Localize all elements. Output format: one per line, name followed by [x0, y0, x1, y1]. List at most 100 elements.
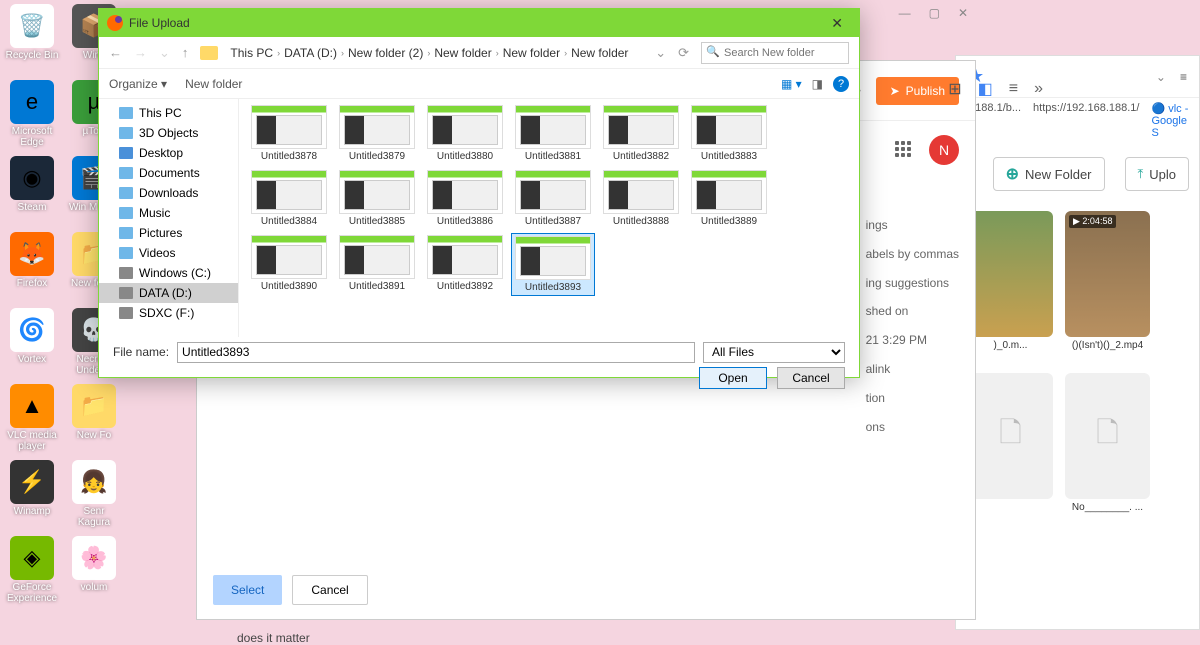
file-placeholder-2[interactable]: 🗋 No________. ...: [1065, 373, 1150, 513]
select-button[interactable]: Select: [213, 575, 282, 605]
thumbnail: [691, 105, 767, 149]
extension-icon[interactable]: ⊞: [948, 79, 961, 99]
breadcrumb-segment[interactable]: New folder (2): [348, 46, 423, 60]
desktop-icon-recycle-bin[interactable]: 🗑️Recycle Bin: [4, 4, 60, 61]
tree-item-downloads[interactable]: Downloads: [99, 183, 238, 203]
search-input[interactable]: [701, 42, 849, 64]
app-icon: 👧: [72, 460, 116, 504]
file-placeholder-1[interactable]: 🗋: [968, 373, 1053, 513]
file-item-untitled3883[interactable]: Untitled3883: [687, 103, 771, 164]
icon-label: Senr Kagura: [66, 506, 122, 528]
nav-up-icon[interactable]: ↑: [182, 45, 189, 60]
publish-button[interactable]: ➤ Publish: [876, 77, 959, 105]
tree-item-pictures[interactable]: Pictures: [99, 223, 238, 243]
file-item-untitled3887[interactable]: Untitled3887: [511, 168, 595, 229]
thumbnail: [251, 170, 327, 214]
view-mode-icon[interactable]: ▦ ▾: [781, 77, 802, 91]
desktop-icon-volum[interactable]: 🌸volum: [66, 536, 122, 593]
tree-item-data-d-[interactable]: DATA (D:): [99, 283, 238, 303]
close-icon[interactable]: ✕: [958, 6, 968, 20]
drive-icon: [119, 247, 133, 259]
file-item-untitled3878[interactable]: Untitled3878: [247, 103, 331, 164]
breadcrumb[interactable]: This PC›DATA (D:)›New folder (2)›New fol…: [230, 46, 643, 60]
tree-item-sdxc-f-[interactable]: SDXC (F:): [99, 303, 238, 323]
send-icon: ➤: [890, 84, 900, 98]
drive-icon: [119, 127, 133, 139]
app-icon: ▲: [10, 384, 54, 428]
desktop-icon-vortex[interactable]: 🌀Vortex: [4, 308, 60, 365]
desktop-icon-microsoft-edge[interactable]: eMicrosoft Edge: [4, 80, 60, 148]
file-type-filter[interactable]: All Files: [703, 342, 845, 363]
pocket-icon[interactable]: ⌄: [1156, 70, 1166, 84]
user-avatar[interactable]: N: [929, 135, 959, 165]
file-item-untitled3886[interactable]: Untitled3886: [423, 168, 507, 229]
breadcrumb-dropdown-icon[interactable]: ⌄: [655, 45, 666, 61]
dialog-close-button[interactable]: ✕: [823, 15, 851, 32]
file-item-untitled3881[interactable]: Untitled3881: [511, 103, 595, 164]
file-item-untitled3885[interactable]: Untitled3885: [335, 168, 419, 229]
desktop-icon-firefox[interactable]: 🦊Firefox: [4, 232, 60, 289]
maximize-icon[interactable]: ▢: [929, 6, 940, 20]
thumbnail: [603, 170, 679, 214]
file-upload-dialog: File Upload ✕ ← → ⌄ ↑ This PC›DATA (D:)›…: [98, 8, 860, 378]
preview-pane-icon[interactable]: ◨: [812, 77, 823, 91]
file-item-untitled3892[interactable]: Untitled3892: [423, 233, 507, 296]
desktop-icon-vlc-media-player[interactable]: ▲VLC media player: [4, 384, 60, 452]
desktop-icon-senr-kagura[interactable]: 👧Senr Kagura: [66, 460, 122, 528]
nav-recent-icon[interactable]: ⌄: [159, 45, 170, 61]
breadcrumb-segment[interactable]: DATA (D:): [284, 46, 337, 60]
thumbnail: [427, 235, 503, 279]
tree-item-documents[interactable]: Documents: [99, 163, 238, 183]
file-name: Untitled3892: [437, 281, 493, 292]
tree-item-desktop[interactable]: Desktop: [99, 143, 238, 163]
dialog-title-bar[interactable]: File Upload ✕: [99, 9, 859, 37]
file-name: Untitled3883: [701, 151, 757, 162]
url-2[interactable]: https://192.168.188.1/: [1033, 102, 1139, 139]
tree-item-videos[interactable]: Videos: [99, 243, 238, 263]
video-item-1[interactable]: )_0.m...: [968, 211, 1053, 351]
file-item-untitled3890[interactable]: Untitled3890: [247, 233, 331, 296]
file-item-untitled3882[interactable]: Untitled3882: [599, 103, 683, 164]
tree-item-music[interactable]: Music: [99, 203, 238, 223]
breadcrumb-segment[interactable]: New folder: [571, 46, 628, 60]
organize-dropdown[interactable]: Organize ▾: [109, 77, 167, 91]
tree-label: Desktop: [139, 146, 183, 160]
open-button[interactable]: Open: [699, 367, 767, 389]
desktop-icon-geforce-experience[interactable]: ◈GeForce Experience: [4, 536, 60, 604]
file-item-untitled3884[interactable]: Untitled3884: [247, 168, 331, 229]
refresh-icon[interactable]: ⟳: [678, 45, 689, 61]
upload-button[interactable]: ⤒Uplo: [1125, 157, 1190, 191]
nav-back-icon[interactable]: ←: [109, 45, 122, 60]
file-item-untitled3880[interactable]: Untitled3880: [423, 103, 507, 164]
desktop-icon-winamp[interactable]: ⚡Winamp: [4, 460, 60, 517]
desktop-icon-steam[interactable]: ◉Steam: [4, 156, 60, 213]
help-icon[interactable]: ?: [833, 76, 849, 92]
overflow-icon[interactable]: »: [1034, 80, 1043, 98]
url-3[interactable]: 🔵 vlc - Google S: [1151, 102, 1189, 139]
cube-icon[interactable]: ◧: [978, 79, 993, 99]
apps-grid-icon[interactable]: [895, 141, 913, 159]
new-folder-button[interactable]: ⊕New Folder: [993, 157, 1105, 191]
new-folder-toolbar[interactable]: New folder: [185, 77, 242, 91]
breadcrumb-segment[interactable]: New folder: [434, 46, 491, 60]
video-item-2[interactable]: ▶ 2:04:58 ()(Isn't)()_2.mp4: [1065, 211, 1150, 351]
minimize-icon[interactable]: —: [899, 6, 911, 20]
tree-item-windows-c-[interactable]: Windows (C:): [99, 263, 238, 283]
file-item-untitled3879[interactable]: Untitled3879: [335, 103, 419, 164]
cancel-button[interactable]: Cancel: [777, 367, 845, 389]
thumbnail: [339, 105, 415, 149]
file-item-untitled3889[interactable]: Untitled3889: [687, 168, 771, 229]
breadcrumb-segment[interactable]: This PC: [230, 46, 273, 60]
cancel-button-editor[interactable]: Cancel: [292, 575, 367, 605]
menu-icon[interactable]: ≡: [1180, 70, 1187, 84]
breadcrumb-segment[interactable]: New folder: [503, 46, 560, 60]
hamburger-icon[interactable]: ≡: [1009, 80, 1018, 98]
file-name-input[interactable]: [177, 342, 695, 363]
nav-forward-icon[interactable]: →: [134, 45, 147, 60]
file-item-untitled3888[interactable]: Untitled3888: [599, 168, 683, 229]
file-item-untitled3893[interactable]: Untitled3893: [511, 233, 595, 296]
drive-icon: [119, 227, 133, 239]
tree-item-3d-objects[interactable]: 3D Objects: [99, 123, 238, 143]
tree-item-this-pc[interactable]: This PC: [99, 103, 238, 123]
file-item-untitled3891[interactable]: Untitled3891: [335, 233, 419, 296]
